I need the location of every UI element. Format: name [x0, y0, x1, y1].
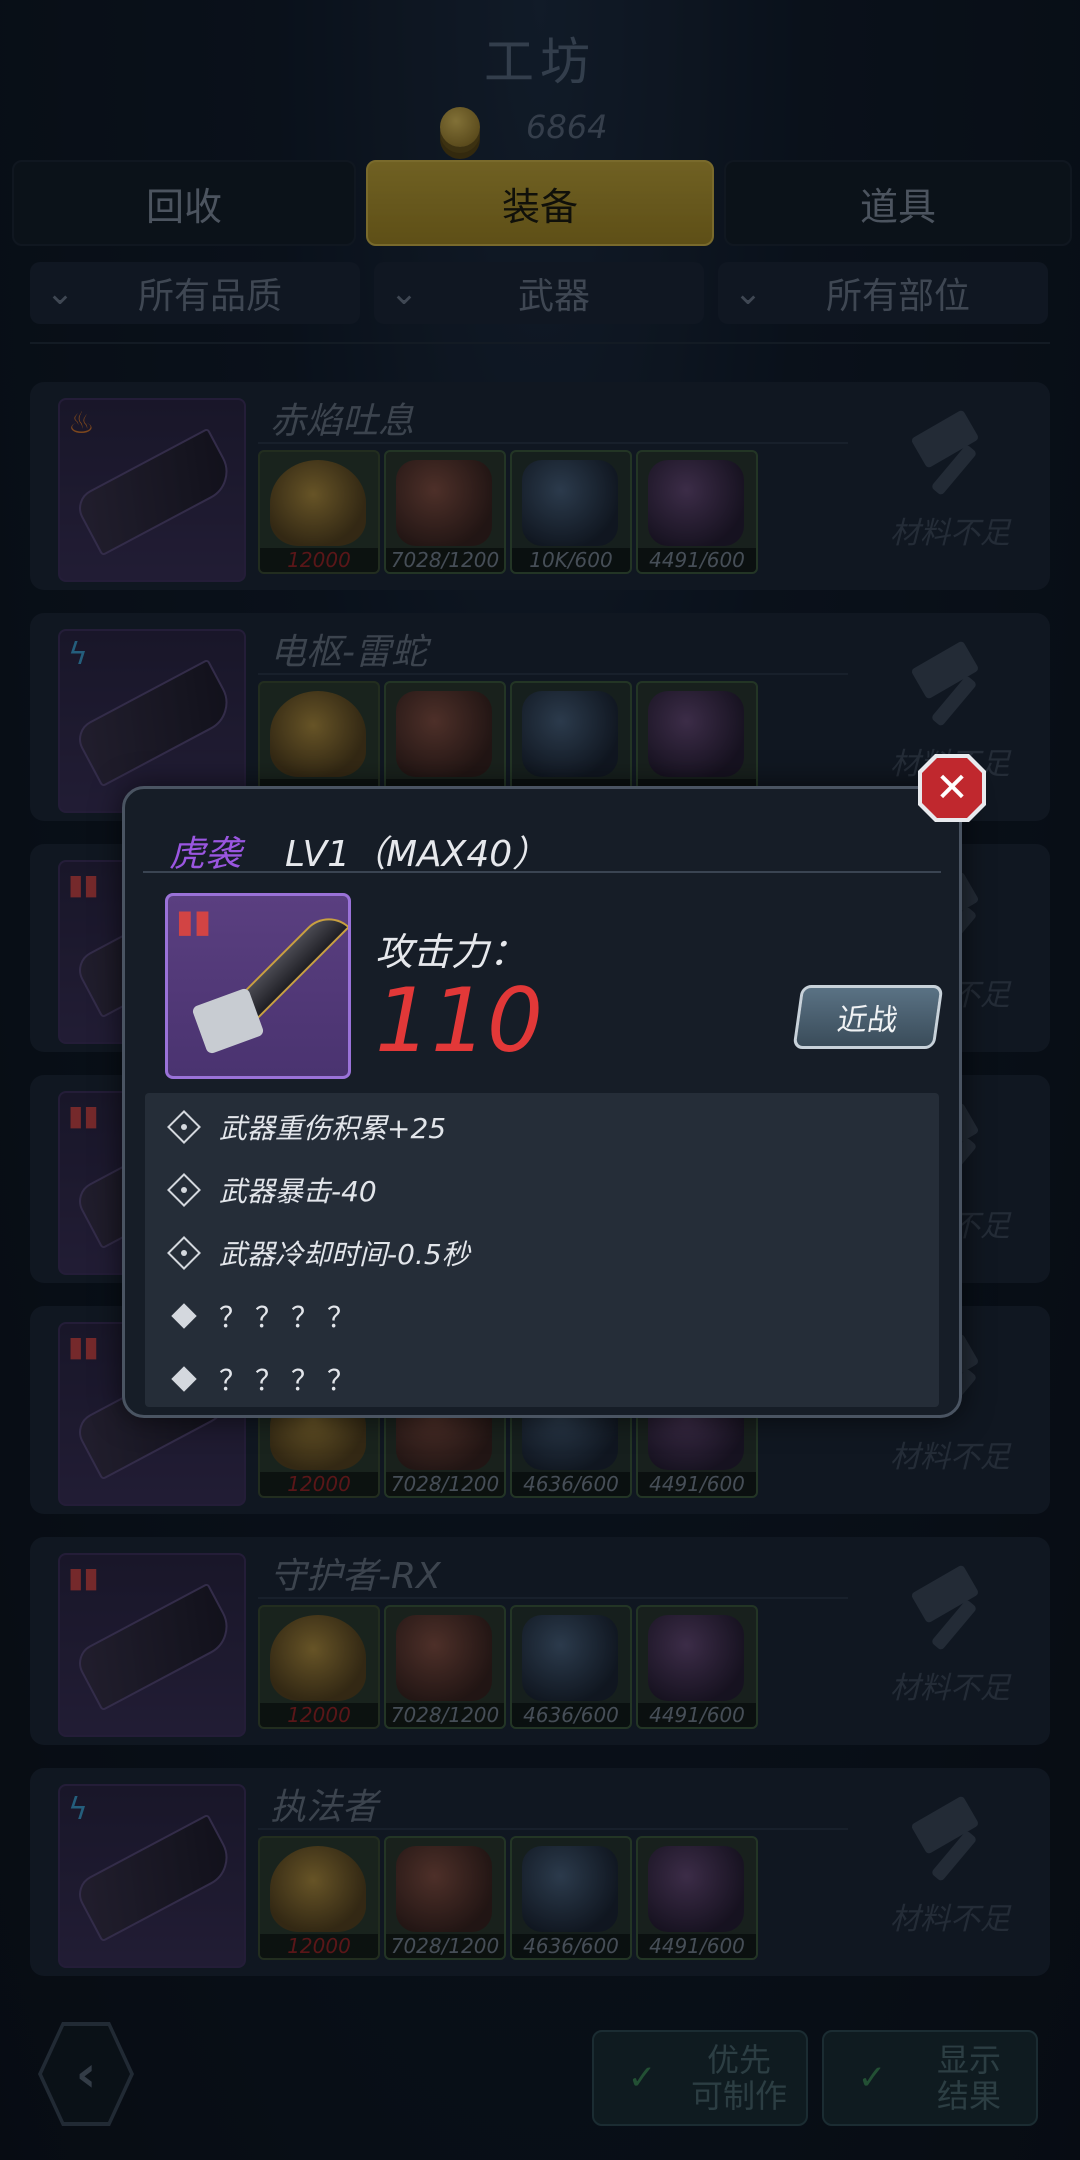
attribute-text: 武器暴击-40 [219, 1175, 377, 1208]
attribute-row: 武器重伤积累+25 [167, 1099, 447, 1155]
attack-label: 攻击力： [375, 930, 528, 974]
weapon-detail-modal: 虎袭 LV1（MAX40） ▮▮ 攻击力： 110 近战 武器重伤积累+25 武… [122, 786, 962, 1418]
diamond-icon [169, 1301, 199, 1331]
diamond-icon [169, 1364, 199, 1394]
weapon-level: LV1（MAX40） [285, 834, 549, 875]
divider [143, 871, 941, 873]
close-icon: ✕ [922, 758, 982, 818]
lock-icon [167, 1236, 201, 1270]
weapon-name: 虎袭 [169, 834, 242, 875]
weapon-image: ▮▮ [165, 893, 351, 1079]
attribute-text: ？？？？ [219, 1364, 364, 1397]
attribute-text: 武器冷却时间-0.5秒 [219, 1238, 470, 1271]
attribute-text: ？？？？ [219, 1301, 364, 1334]
attack-value: 110 [375, 969, 543, 1072]
attribute-row: 武器暴击-40 [167, 1162, 377, 1218]
attribute-row: ？？？？ [169, 1351, 363, 1407]
attribute-row: 武器冷却时间-0.5秒 [167, 1225, 470, 1281]
melee-type-button[interactable]: 近战 [792, 985, 944, 1049]
lock-icon [167, 1110, 201, 1144]
close-button[interactable]: ✕ [918, 754, 986, 822]
attribute-list: 武器重伤积累+25 武器暴击-40 武器冷却时间-0.5秒 ？？？？ ？？？？ [145, 1093, 939, 1407]
type-label: 近战 [835, 1003, 900, 1038]
attribute-text: 武器重伤积累+25 [219, 1112, 447, 1145]
ammo-icon: ▮▮ [176, 902, 212, 940]
lock-icon [167, 1173, 201, 1207]
attribute-row: ？？？？ [169, 1288, 363, 1344]
